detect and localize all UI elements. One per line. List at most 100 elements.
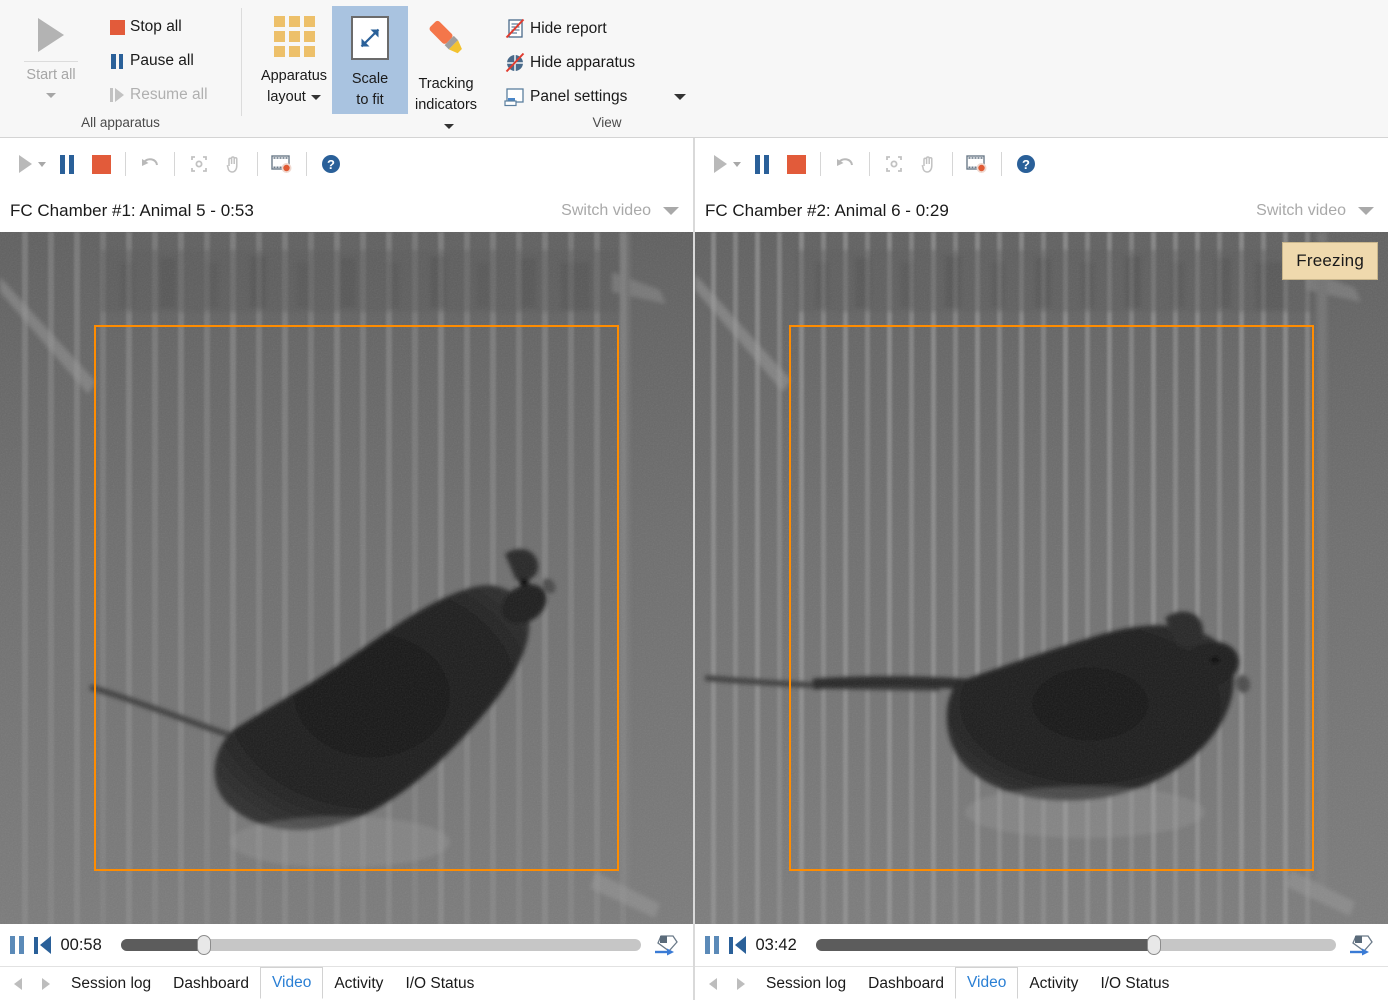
status-badge: Freezing [1282, 242, 1378, 280]
pause-all-label: Pause all [130, 52, 194, 69]
pause-all-button[interactable]: Pause all [102, 44, 216, 78]
calibrate-icon[interactable] [877, 147, 911, 181]
panel-2-title: FC Chamber #2: Animal 6 - 0:29 [705, 201, 949, 220]
svg-text:?: ? [1022, 157, 1030, 172]
divider [174, 152, 175, 176]
panel-1-video-view[interactable] [0, 232, 693, 924]
divider [1001, 152, 1002, 176]
skip-previous-icon[interactable] [729, 936, 746, 954]
pause-icon[interactable] [50, 147, 84, 181]
svg-text:?: ? [327, 157, 335, 172]
chevron-down-icon[interactable] [38, 161, 46, 167]
play-icon [38, 18, 64, 52]
stop-icon[interactable] [779, 147, 813, 181]
tab-dashboard[interactable]: Dashboard [857, 969, 955, 999]
tab-io-status[interactable]: I/O Status [394, 969, 485, 999]
marker-icon [423, 16, 469, 65]
tag-arrow-icon[interactable] [651, 930, 681, 960]
pause-icon[interactable] [705, 936, 719, 954]
tracking-indicators-label-line1: Tracking [418, 76, 474, 92]
hide-report-button[interactable]: Hide report [500, 12, 686, 46]
chevron-down-icon[interactable] [46, 93, 56, 98]
resume-all-button[interactable]: Resume all [102, 78, 216, 112]
tag-arrow-icon[interactable] [1346, 930, 1376, 960]
chevron-down-icon[interactable] [674, 94, 686, 100]
panel-2-toolbar: ? [695, 138, 1388, 190]
chevron-down-icon[interactable] [733, 161, 741, 167]
tab-scroll-right-icon[interactable] [737, 977, 745, 990]
stop-icon[interactable] [84, 147, 118, 181]
pause-icon[interactable] [745, 147, 779, 181]
chevron-down-icon[interactable] [310, 94, 321, 100]
tab-session-log[interactable]: Session log [60, 969, 162, 999]
skip-previous-icon[interactable] [34, 936, 51, 954]
start-all-label: Start all [26, 67, 76, 83]
help-icon[interactable]: ? [314, 147, 348, 181]
stop-all-label: Stop all [130, 18, 182, 35]
view-commands: Hide report Hide apparatus Panel setting… [484, 6, 686, 114]
playback-time: 00:58 [60, 935, 102, 954]
apparatus-layout-label-line1: Apparatus [260, 68, 328, 84]
pause-icon[interactable] [10, 936, 24, 954]
apparatus-layout-button[interactable]: Apparatus layout [256, 6, 332, 114]
hide-apparatus-icon [500, 52, 530, 74]
divider [952, 152, 953, 176]
tab-scroll-right-icon[interactable] [42, 977, 50, 990]
panel-1-title-row: FC Chamber #1: Animal 5 - 0:53 Switch vi… [0, 190, 693, 232]
ribbon-group-all-apparatus: Start all Stop all Pause all Resume all … [0, 0, 241, 138]
hand-icon[interactable] [911, 147, 945, 181]
switch-video-label: Switch video [1256, 202, 1346, 219]
tab-io-status[interactable]: I/O Status [1089, 969, 1180, 999]
panel-2-video-view[interactable]: Freezing [695, 232, 1388, 924]
panel-1-playback-controls: 00:58 [0, 924, 693, 966]
scale-to-fit-label-line1: Scale [351, 71, 389, 87]
tab-activity[interactable]: Activity [1018, 969, 1089, 999]
panel-settings-button[interactable]: Panel settings [500, 80, 686, 114]
stop-icon [104, 19, 130, 35]
stop-all-button[interactable]: Stop all [102, 10, 216, 44]
divider [125, 152, 126, 176]
help-icon[interactable]: ? [1009, 147, 1043, 181]
hide-apparatus-button[interactable]: Hide apparatus [500, 46, 686, 80]
playback-slider[interactable] [120, 935, 641, 955]
tab-activity[interactable]: Activity [323, 969, 394, 999]
calibrate-icon[interactable] [182, 147, 216, 181]
chevron-down-icon [663, 207, 679, 215]
panel-2-tabbar: Session log Dashboard Video Activity I/O… [695, 966, 1388, 1000]
tab-video[interactable]: Video [954, 966, 1019, 999]
grid-icon [273, 16, 315, 57]
scale-to-fit-button[interactable]: Scale to fit [332, 6, 408, 114]
panel-settings-icon [500, 87, 530, 107]
resume-all-label: Resume all [130, 86, 208, 103]
chevron-down-icon [1358, 207, 1374, 215]
playback-slider[interactable] [815, 935, 1336, 955]
pause-icon [104, 53, 130, 69]
divider [24, 61, 78, 62]
tab-dashboard[interactable]: Dashboard [162, 969, 260, 999]
switch-video-button[interactable]: Switch video [1256, 202, 1374, 220]
tab-scroll-left-icon[interactable] [709, 977, 717, 990]
panel-1-title: FC Chamber #1: Animal 5 - 0:53 [10, 201, 254, 220]
tab-session-log[interactable]: Session log [755, 969, 857, 999]
undo-icon[interactable] [133, 147, 167, 181]
tab-scroll-left-icon[interactable] [14, 977, 22, 990]
divider [820, 152, 821, 176]
switch-video-button[interactable]: Switch video [561, 202, 679, 220]
ribbon-group-label-view: View [592, 115, 622, 130]
switch-video-label: Switch video [561, 202, 651, 219]
resume-icon [104, 88, 130, 102]
panel-2-playback-controls: 03:42 [695, 924, 1388, 966]
tab-video[interactable]: Video [259, 966, 324, 999]
record-video-icon[interactable] [960, 147, 994, 181]
undo-icon[interactable] [828, 147, 862, 181]
panel-settings-label: Panel settings [530, 88, 628, 105]
hide-apparatus-label: Hide apparatus [530, 54, 636, 71]
play-icon[interactable] [8, 147, 42, 181]
ribbon-group-view: Apparatus layout Scale to fit Tracking i… [242, 0, 1388, 138]
record-video-icon[interactable] [265, 147, 299, 181]
apparatus-layout-label-line2: layout [267, 89, 306, 105]
scale-to-fit-label-line2: to fit [356, 92, 384, 108]
panel-1-toolbar: ? [0, 138, 693, 190]
hand-icon[interactable] [216, 147, 250, 181]
play-icon[interactable] [703, 147, 737, 181]
